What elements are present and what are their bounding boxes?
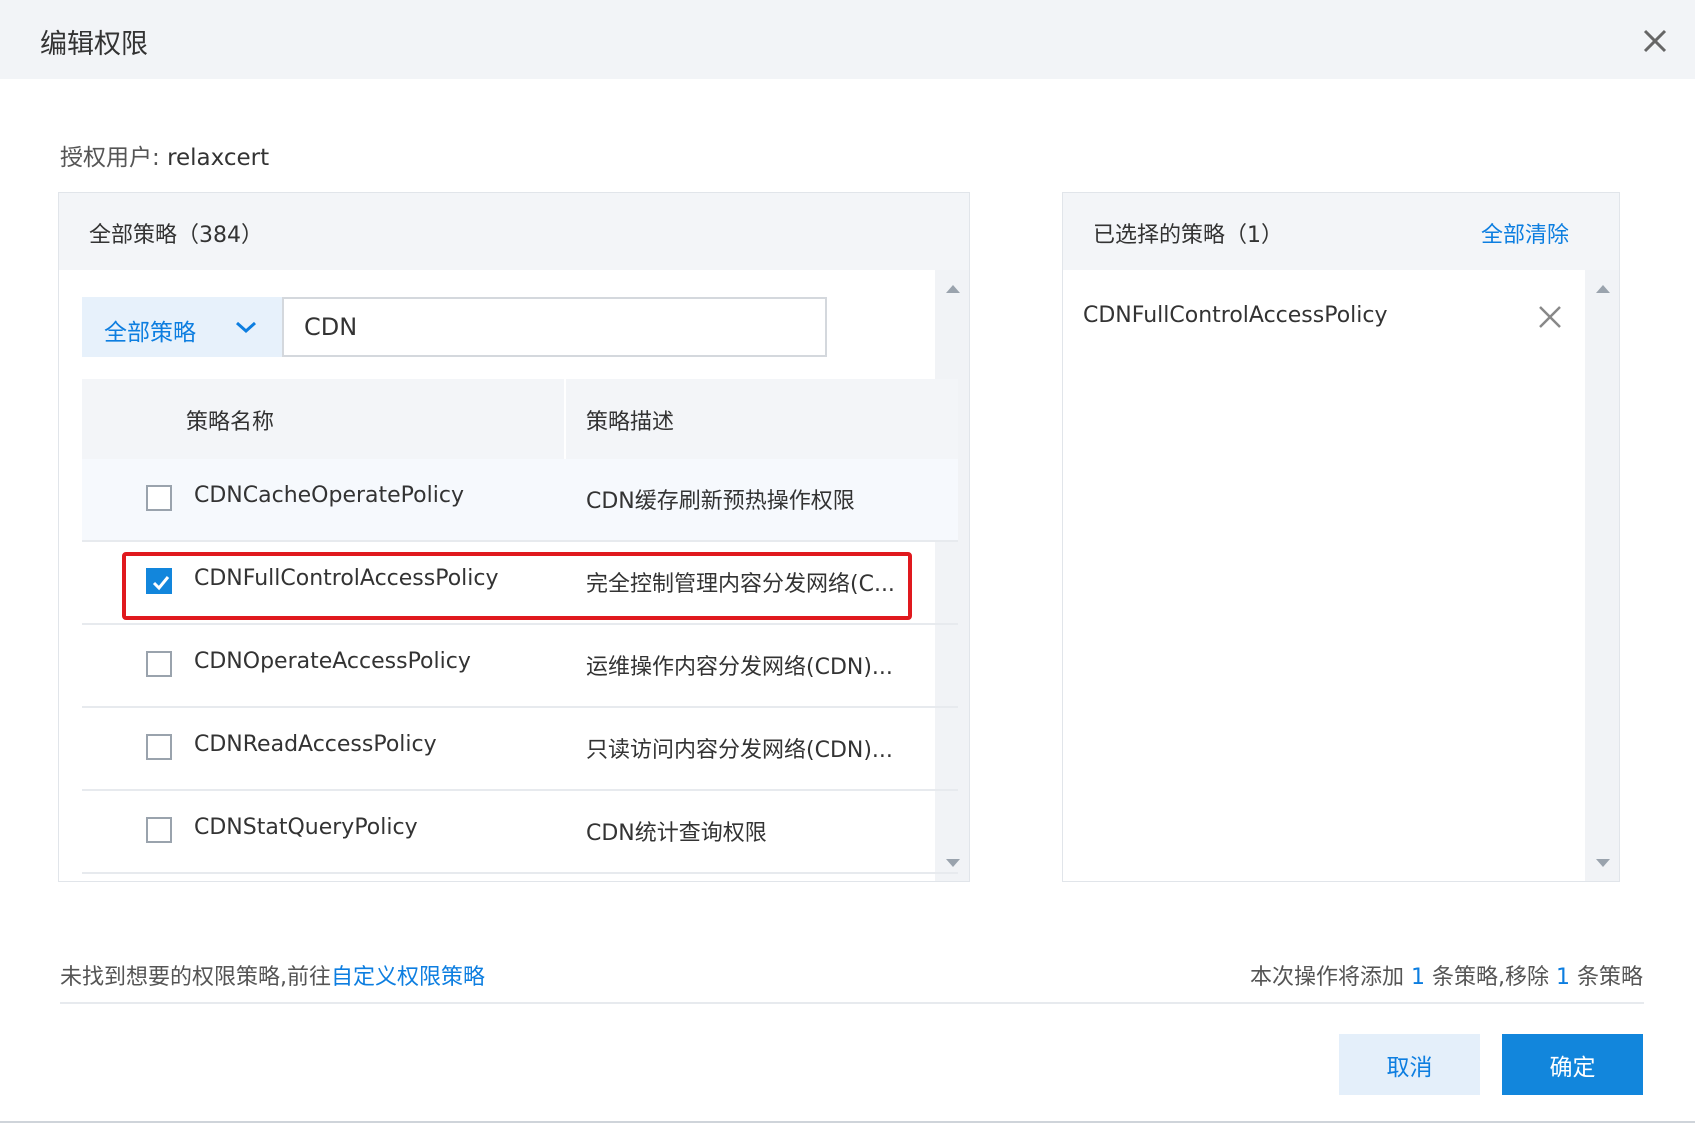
authorized-user: 授权用户: relaxcert [60,138,269,172]
table-row[interactable]: CDNStatQueryPolicy CDN统计查询权限 [82,791,958,874]
policy-desc: 运维操作内容分发网络(CDN)... [586,655,893,680]
close-icon[interactable] [1537,304,1563,330]
add-count: 1 [1411,965,1426,990]
dialog-header: 编辑权限 [0,0,1695,79]
scroll-up-arrow-icon[interactable] [946,285,960,293]
footer-note: 未找到想要的权限策略,前往自定义权限策略 [60,959,485,991]
summary-suffix: 条策略 [1570,965,1643,990]
check-icon [152,576,170,591]
column-divider [564,379,566,459]
footer-divider [60,1002,1644,1004]
table-row[interactable]: CDNFullControlAccessPolicy 完全控制管理内容分发网络(… [82,542,958,625]
selected-policies-title: 已选择的策略（1） [1093,223,1283,248]
row-checkbox-checked[interactable] [146,568,172,594]
selected-policies-scrollbar[interactable] [1585,270,1619,881]
policy-desc: CDN统计查询权限 [586,821,767,846]
policy-name: CDNCacheOperatePolicy [194,483,464,508]
scroll-down-arrow-icon[interactable] [1596,859,1610,867]
all-policies-title: 全部策略（384） [89,223,263,248]
remove-count: 1 [1556,965,1570,990]
operation-summary: 本次操作将添加 1 条策略,移除 1 条策略 [1250,959,1643,991]
summary-prefix: 本次操作将添加 [1250,965,1412,990]
table-row[interactable]: CDNReadAccessPolicy 只读访问内容分发网络(CDN)... [82,708,958,791]
policy-table: 策略名称 策略描述 CDNCacheOperatePolicy CDN缓存刷新预… [82,379,958,874]
footer-note-text: 未找到想要的权限策略,前往 [60,965,331,990]
column-header-name: 策略名称 [186,410,275,435]
policy-desc: CDN缓存刷新预热操作权限 [586,489,855,514]
row-checkbox[interactable] [146,817,172,843]
dialog-title: 编辑权限 [40,29,148,60]
policy-search-input[interactable] [282,297,827,357]
policy-table-header: 策略名称 策略描述 [82,379,958,459]
policy-type-dropdown[interactable]: 全部策略 [82,297,282,357]
policy-name: CDNOperateAccessPolicy [194,649,471,674]
table-row[interactable]: CDNCacheOperatePolicy CDN缓存刷新预热操作权限 [82,459,958,542]
row-checkbox[interactable] [146,651,172,677]
policy-desc: 完全控制管理内容分发网络(C... [586,572,895,597]
selected-policy-item: CDNFullControlAccessPolicy [1083,303,1388,328]
close-icon[interactable] [1638,24,1672,58]
authorized-user-label: 授权用户: [60,145,168,171]
policy-type-dropdown-label: 全部策略 [104,320,196,346]
custom-policy-link[interactable]: 自定义权限策略 [331,965,485,990]
authorized-user-name: relaxcert [167,145,270,171]
policy-name: CDNStatQueryPolicy [194,815,418,840]
selected-policies-header: 已选择的策略（1） 全部清除 [1063,193,1619,270]
row-checkbox[interactable] [146,734,172,760]
clear-all-link[interactable]: 全部清除 [1481,217,1569,249]
column-header-desc: 策略描述 [586,410,675,435]
all-policies-header: 全部策略（384） [59,193,969,270]
table-row[interactable]: CDNOperateAccessPolicy 运维操作内容分发网络(CDN)..… [82,625,958,708]
policy-name: CDNReadAccessPolicy [194,732,437,757]
scroll-up-arrow-icon[interactable] [1596,285,1610,293]
confirm-button[interactable]: 确定 [1502,1034,1643,1095]
cancel-button[interactable]: 取消 [1339,1034,1480,1095]
summary-mid: 条策略,移除 [1425,965,1556,990]
chevron-down-icon [236,321,256,334]
policy-desc: 只读访问内容分发网络(CDN)... [586,738,893,763]
policy-name: CDNFullControlAccessPolicy [194,566,499,591]
row-checkbox[interactable] [146,485,172,511]
selected-policies-panel: 已选择的策略（1） 全部清除 [1062,192,1620,882]
